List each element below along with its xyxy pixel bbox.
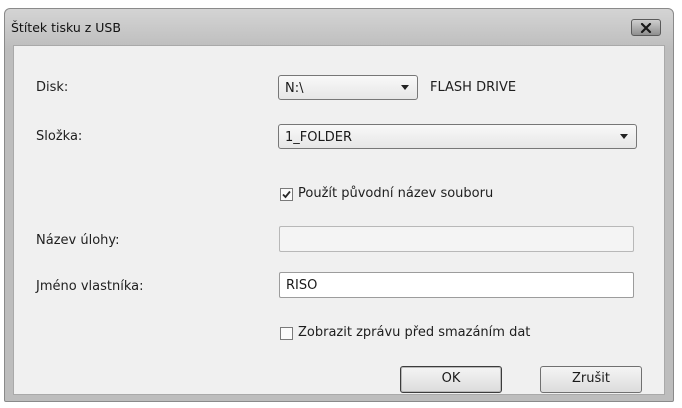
chevron-down-icon xyxy=(401,85,409,90)
folder-label: Složka: xyxy=(36,129,83,144)
ok-button[interactable]: OK xyxy=(400,366,502,393)
folder-select[interactable]: 1_FOLDER xyxy=(278,124,637,149)
disk-select[interactable]: N:\ xyxy=(278,75,418,100)
disk-name: FLASH DRIVE xyxy=(430,80,517,95)
show-message-label[interactable]: Zobrazit zprávu před smazáním dat xyxy=(298,325,530,340)
folder-select-value: 1_FOLDER xyxy=(285,130,352,145)
owner-name-input[interactable]: RISO xyxy=(279,272,634,298)
usb-print-label-dialog: Štítek tisku z USB Disk: N:\ FLASH DRIVE… xyxy=(4,8,674,402)
disk-label: Disk: xyxy=(36,80,69,95)
owner-name-label: Jméno vlastníka: xyxy=(36,279,144,294)
close-button[interactable] xyxy=(631,19,661,36)
chevron-down-icon xyxy=(620,134,628,139)
cancel-button[interactable]: Zrušit xyxy=(540,366,642,393)
dialog-body: Disk: N:\ FLASH DRIVE Složka: 1_FOLDER P… xyxy=(13,45,665,395)
use-original-name-label[interactable]: Použít původní název souboru xyxy=(298,186,493,201)
owner-name-value: RISO xyxy=(286,278,318,293)
disk-select-value: N:\ xyxy=(285,81,304,96)
show-message-checkbox[interactable] xyxy=(280,327,293,340)
use-original-name-checkbox[interactable] xyxy=(280,188,293,201)
job-name-input[interactable] xyxy=(279,226,634,252)
title-bar[interactable]: Štítek tisku z USB xyxy=(5,9,673,45)
job-name-label: Název úlohy: xyxy=(36,233,120,248)
close-icon xyxy=(640,22,652,33)
dialog-title: Štítek tisku z USB xyxy=(11,20,121,35)
